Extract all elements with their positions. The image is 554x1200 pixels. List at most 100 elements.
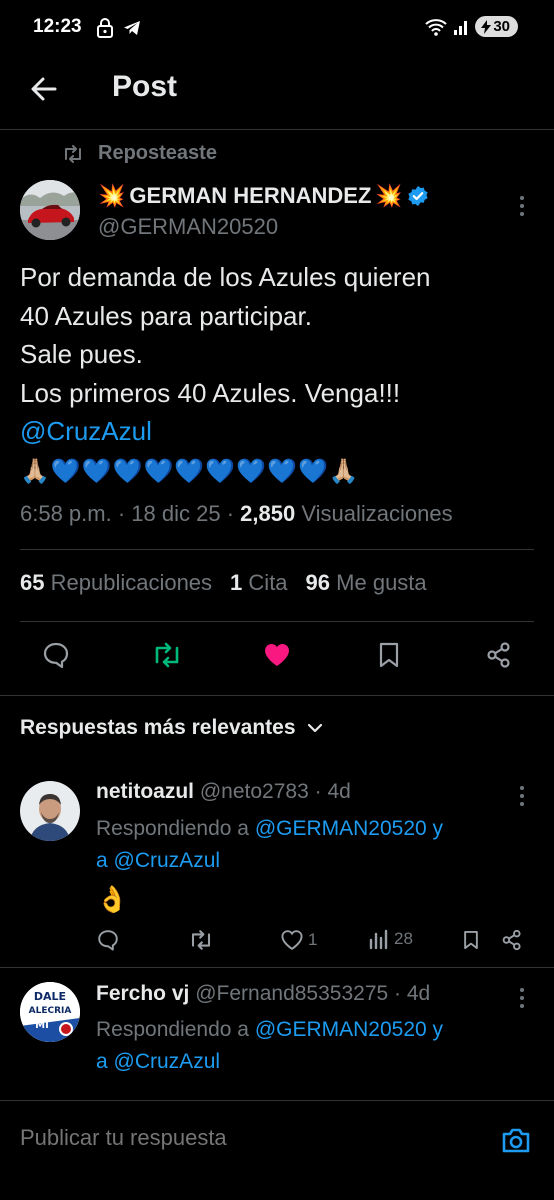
post-mention-link[interactable]: @CruzAzul [20, 412, 540, 451]
reposts-count: 65 [20, 570, 45, 595]
share-icon[interactable] [500, 928, 524, 952]
replying-join: y [432, 817, 444, 840]
reply-item[interactable]: netitoazul @neto2783 · 4d Respondiendo a… [0, 766, 554, 966]
replying-mid: a [96, 1050, 108, 1073]
views-button[interactable]: 28 [368, 928, 413, 950]
more-options-icon[interactable] [512, 192, 532, 220]
post-text-line: Los primeros 40 Azules. Venga!!! [20, 377, 401, 408]
like-heart-icon[interactable] [262, 640, 292, 670]
reply-action-bar: 1 28 [96, 928, 536, 958]
bookmark-icon[interactable] [374, 640, 404, 670]
replying-prefix: Respondiendo a [96, 1018, 249, 1041]
post-meta: 6:58 p.m. · 18 dic 25 · 2,850 Visualizac… [20, 501, 453, 526]
analytics-icon [368, 928, 390, 950]
views-count: 28 [394, 929, 413, 948]
post-time: 6:58 p.m. [20, 501, 112, 526]
svg-text:ALECRIA: ALECRIA [29, 1006, 72, 1016]
likes-stat[interactable]: 96 Me gusta [306, 570, 427, 596]
status-time: 12:23 [33, 16, 82, 37]
author-name-decoration-left: 💥 [98, 183, 126, 208]
more-options-icon[interactable] [512, 782, 532, 810]
battery-level: 30 [493, 18, 510, 35]
telegram-icon [122, 18, 142, 38]
post-text-line: 40 Azules para participar. [20, 300, 312, 331]
post-text: Por demanda de los Azules quieren 40 Azu… [20, 258, 540, 489]
reply-header: Fercho vj @Fernand85353275 · 4d [96, 982, 431, 1005]
repost-icon[interactable] [151, 640, 181, 670]
verified-badge-icon [407, 185, 429, 207]
quotes-label: Cita [248, 570, 288, 595]
reply-icon[interactable] [96, 928, 120, 952]
reply-header: netitoazul @neto2783 · 4d [96, 780, 351, 803]
like-button[interactable]: 1 [280, 928, 317, 952]
replies-sort-dropdown[interactable]: Respuestas más relevantes [20, 716, 324, 740]
likes-label: Me gusta [336, 570, 427, 595]
wifi-icon [425, 18, 447, 36]
reply-item[interactable]: DALE ALECRIA MI Fercho vj @Fernand853532… [0, 968, 554, 1100]
divider [20, 549, 534, 550]
views-label[interactable]: Visualizaciones [301, 501, 452, 526]
reply-author-name[interactable]: netitoazul [96, 780, 194, 803]
reply-author-handle[interactable]: @Fernand85353275 [195, 982, 388, 1005]
reply-text: 👌 [96, 884, 129, 914]
reply-author-handle[interactable]: @neto2783 [200, 780, 309, 803]
chevron-down-icon [306, 722, 324, 734]
repost-context: Reposteaste [62, 142, 217, 165]
post-date: 18 dic 25 [131, 501, 221, 526]
replying-to: Respondiendo a @GERMAN20520 y a @CruzAzu… [96, 813, 536, 877]
post-text-line: Por demanda de los Azules quieren [20, 262, 431, 292]
reply-icon[interactable] [41, 640, 71, 670]
page-title: Post [112, 70, 178, 103]
more-options-icon[interactable] [512, 984, 532, 1012]
lock-icon [96, 18, 114, 38]
quotes-count: 1 [230, 570, 243, 595]
replying-join: y [432, 1018, 444, 1041]
post-text-line: Sale pues. [20, 339, 143, 369]
replying-mention-link[interactable]: @GERMAN20520 [255, 1018, 427, 1041]
reply-avatar[interactable]: DALE ALECRIA MI [20, 982, 80, 1042]
heart-outline-icon [280, 928, 304, 952]
reply-age: 4d [406, 982, 431, 1005]
replying-mention-link[interactable]: @CruzAzul [114, 1050, 221, 1073]
emoji-line-text: 🙏🏼💙💙💙💙💙💙💙💙💙🙏🏼 [20, 457, 360, 485]
replying-mention-link[interactable]: @GERMAN20520 [255, 817, 427, 840]
back-arrow-icon[interactable] [28, 73, 60, 105]
author-name[interactable]: 💥 GERMAN HERNANDEZ 💥 [98, 183, 429, 209]
replying-prefix: Respondiendo a [96, 817, 249, 840]
repost-small-icon [62, 144, 84, 163]
author-name-text: GERMAN HERNANDEZ [129, 183, 372, 208]
replying-to: Respondiendo a @GERMAN20520 y a @CruzAzu… [96, 1014, 536, 1078]
bookmark-icon[interactable] [460, 928, 482, 952]
replies-sort-label: Respuestas más relevantes [20, 716, 296, 739]
reposts-label: Republicaciones [50, 570, 213, 595]
likes-count: 96 [305, 570, 331, 595]
repost-icon[interactable] [188, 928, 214, 952]
repost-label: Reposteaste [98, 142, 217, 164]
post-emoji-line: 🙏🏼💙💙💙💙💙💙💙💙💙🙏🏼 [20, 451, 540, 489]
svg-text:MI: MI [35, 1020, 49, 1031]
reply-author-name[interactable]: Fercho vj [96, 982, 189, 1005]
views-count: 2,850 [240, 501, 296, 526]
avatar-lettering: DALE [34, 990, 66, 1003]
top-app-bar: Post [0, 56, 554, 130]
status-bar: 12:23 30 [0, 0, 554, 56]
replying-mention-link[interactable]: @CruzAzul [114, 849, 221, 872]
author-name-decoration-right: 💥 [375, 183, 403, 208]
signal-icon [453, 19, 469, 35]
author-avatar[interactable] [20, 180, 80, 240]
quotes-stat[interactable]: 1 Cita [230, 570, 288, 596]
reply-avatar[interactable] [20, 781, 80, 841]
post-stats: 65 Republicaciones 1 Cita 96 Me gusta [20, 570, 427, 596]
author-handle[interactable]: @GERMAN20520 [98, 214, 278, 240]
replying-mid: a [96, 849, 108, 872]
camera-icon[interactable] [500, 1125, 532, 1155]
reply-input[interactable] [20, 1125, 460, 1151]
reply-age: 4d [327, 780, 351, 803]
reply-compose-bar [0, 1100, 554, 1200]
divider [0, 695, 554, 696]
divider [20, 621, 534, 622]
battery-icon: 30 [475, 16, 518, 37]
reposts-stat[interactable]: 65 Republicaciones [20, 570, 212, 596]
share-icon[interactable] [484, 640, 514, 670]
like-count: 1 [308, 930, 318, 949]
